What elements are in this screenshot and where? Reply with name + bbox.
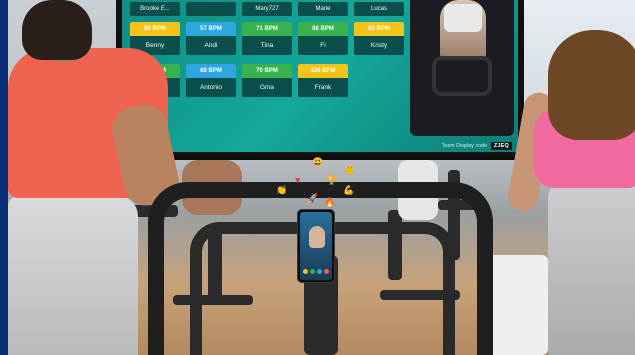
left-rider-head	[22, 0, 92, 60]
rider-name	[186, 2, 236, 16]
rider-name: Mary727	[242, 2, 292, 16]
rider-bpm: 57 BPM	[186, 22, 236, 36]
rider-tile: 68 BPM Antonio	[186, 64, 236, 97]
rider-name: Andi	[186, 36, 236, 55]
stat-dot	[303, 269, 308, 274]
rider-tile: Mary727	[242, 2, 292, 16]
rider-tile: Brooke E...	[130, 2, 180, 16]
rider-bpm: 70 BPM	[242, 64, 292, 78]
rider-name: Fi	[298, 36, 348, 55]
rider-tile: Lucas	[354, 2, 404, 16]
rider-tile: Marie	[298, 2, 348, 16]
rider-name: Gma	[242, 78, 292, 97]
rider-tile	[186, 2, 236, 16]
rider-bpm: 86 BPM	[298, 22, 348, 36]
heart-icon: ♥	[295, 175, 301, 185]
rider-tile: 100 BPM Frank	[298, 64, 348, 97]
team-display-code: Team Display code ZJEQ	[441, 142, 512, 150]
clap-icon: 👏	[276, 185, 288, 195]
rider-tile: 57 BPM Andi	[186, 22, 236, 55]
rider-bpm: 92 BPM	[130, 22, 180, 36]
stat-dot	[324, 269, 329, 274]
rider-bpm: 71 BPM	[242, 22, 292, 36]
muscle-icon: 💪	[343, 185, 355, 195]
frame-border-left	[0, 0, 8, 355]
rider-name: Kristy	[354, 36, 404, 55]
right-rider-leggings	[548, 170, 635, 355]
leaderboard-display: Brooke E... Mary727 Marie Lucas 92 BPM Be…	[116, 0, 524, 160]
coach-bike	[432, 56, 492, 96]
phone	[297, 209, 335, 283]
photo: Brooke E... Mary727 Marie Lucas 92 BPM Be…	[8, 0, 635, 355]
flame-icon: 🔥	[324, 197, 336, 207]
stat-dot	[310, 269, 315, 274]
rider-tile: 71 BPM Tina	[242, 22, 292, 55]
phone-stats	[303, 269, 329, 274]
rider-name: Tina	[242, 36, 292, 55]
rider-name: Antonio	[186, 78, 236, 97]
rider-name: Frank	[298, 78, 348, 97]
coach-video-panel	[410, 0, 514, 136]
rider-bpm: 100 BPM	[298, 64, 348, 78]
stat-dot	[317, 269, 322, 274]
trophy-icon: 🏆	[326, 175, 338, 185]
rider-tile: 70 BPM Gma	[242, 64, 292, 97]
team-code-value: ZJEQ	[490, 142, 512, 150]
rocket-icon: 🚀	[307, 193, 319, 203]
rider-tile: 86 BPM Fi	[298, 22, 348, 55]
left-rider-pants	[8, 196, 138, 355]
coach-shirt	[444, 4, 482, 32]
grinning-face-icon: 😃	[312, 157, 324, 167]
phone-screen	[300, 212, 332, 280]
rider-name: Lucas	[354, 2, 404, 16]
rider-tile: 93 BPM Kristy	[354, 22, 404, 55]
leaderboard-screen: Brooke E... Mary727 Marie Lucas 92 BPM Be…	[122, 0, 518, 152]
rider-name: Marie	[298, 2, 348, 16]
phone-coach-figure	[309, 226, 325, 248]
rider-bpm: 68 BPM	[186, 64, 236, 78]
rider-name: Brooke E...	[130, 2, 180, 16]
rider-bpm: 93 BPM	[354, 22, 404, 36]
right-rider-hair	[548, 30, 635, 140]
team-code-label: Team Display code	[441, 143, 488, 149]
chick-icon: 🐥	[344, 165, 356, 175]
